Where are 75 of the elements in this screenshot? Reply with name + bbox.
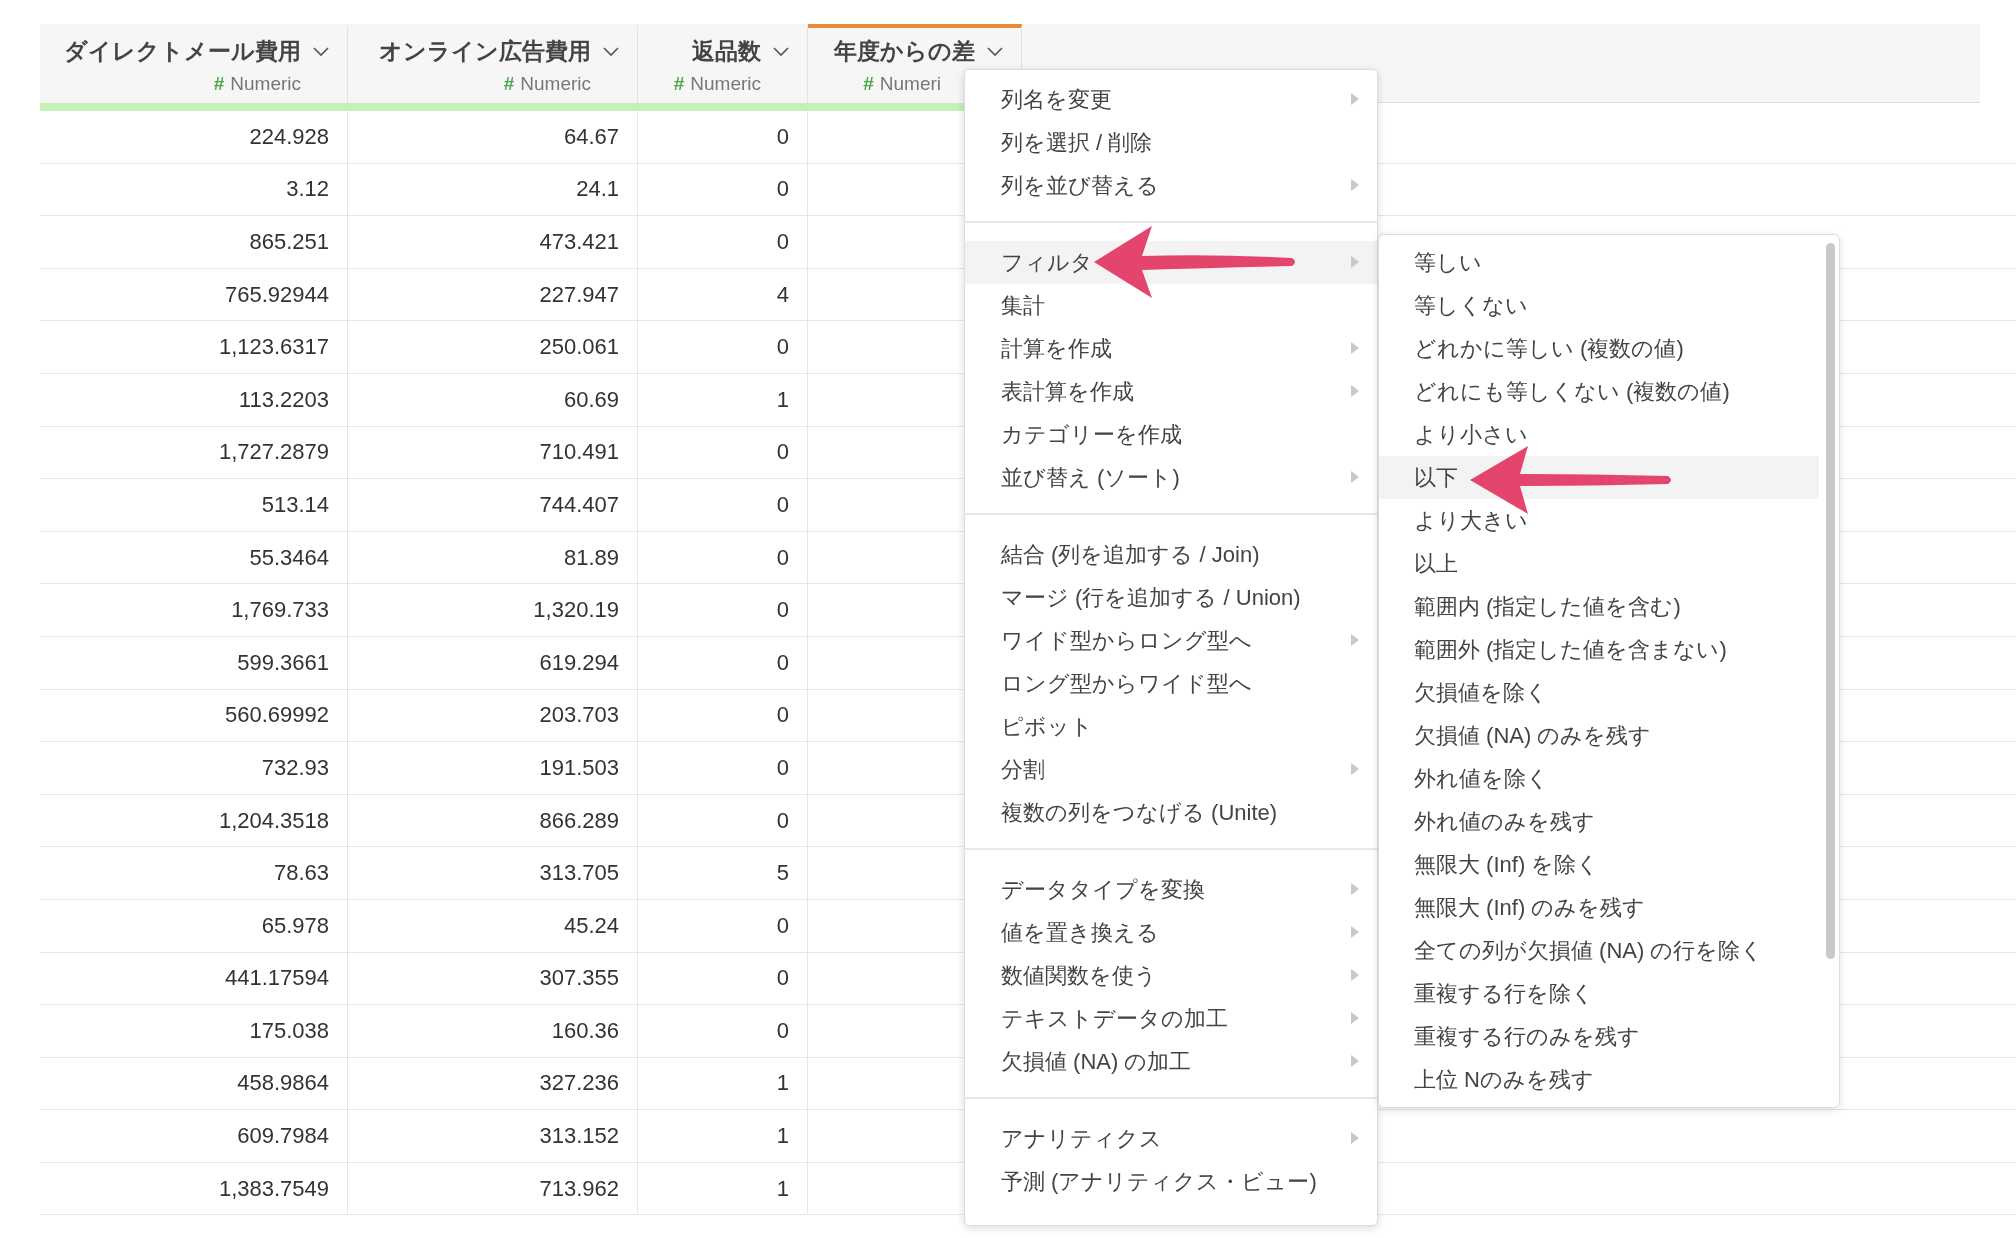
column-type: Numeric <box>690 73 761 95</box>
table-cell: 0 <box>776 229 789 255</box>
table-cell: 1 <box>776 386 789 413</box>
numeric-type-symbol: # <box>863 73 874 95</box>
column-type: Numeric <box>230 73 301 95</box>
table-cell: 81.89 <box>563 544 619 571</box>
table-cell: 3.12 <box>286 176 329 203</box>
table-cell: 619.294 <box>539 649 619 676</box>
table-cell: 1 <box>776 1070 789 1097</box>
table-cell: 55.3464 <box>249 544 329 571</box>
table-cell: 744.407 <box>539 491 619 518</box>
table-cell: 175.038 <box>249 1017 329 1044</box>
table-cell: 713.962 <box>539 1175 619 1202</box>
table-cell: 1,320.19 <box>533 597 619 624</box>
table-cell: 441.17594 <box>225 965 329 992</box>
column-name: オンライン広告費用 <box>379 37 591 66</box>
table-cell: 4 <box>776 281 789 308</box>
column-type: Numeri <box>879 73 941 95</box>
table-cell: 0 <box>776 807 789 834</box>
table-cell: 64.67 <box>563 123 619 150</box>
table-cell: 60.69 <box>563 386 619 413</box>
table-cell: 765.92944 <box>225 281 329 308</box>
table-cell: 1,204.3518 <box>218 807 329 834</box>
table-cell: 710.491 <box>539 439 619 466</box>
table-cell: 513.14 <box>261 491 329 518</box>
table-cell: 0 <box>776 544 789 571</box>
table-cell: 0 <box>776 439 789 466</box>
table-cell: 0 <box>776 334 789 361</box>
table-cell: 732.93 <box>261 754 329 781</box>
column-name: ダイレクトメール費用 <box>64 37 301 66</box>
table-cell: 5 <box>776 860 789 887</box>
table-cell: 0 <box>776 702 789 729</box>
table-cell: 1,727.2879 <box>218 439 329 466</box>
table-cell: 866.289 <box>539 807 619 834</box>
table-cell: 113.2203 <box>238 386 329 413</box>
table-cell: 0 <box>776 965 789 992</box>
table-cell: 0 <box>776 912 789 939</box>
table-cell: 865.251 <box>249 229 329 255</box>
table-cell: 560.69992 <box>225 702 329 729</box>
table-cell: 203.703 <box>539 702 619 729</box>
table-cell: 609.7984 <box>237 1123 329 1150</box>
table-cell: 191.503 <box>539 754 619 781</box>
table-cell: 78.63 <box>273 860 329 887</box>
table-cell: 313.152 <box>539 1123 619 1150</box>
table-cell: 0 <box>776 123 789 150</box>
table-cell: 1,383.7549 <box>218 1175 329 1202</box>
table-cell: 1 <box>776 1123 789 1150</box>
table-cell: 473.421 <box>539 229 619 255</box>
table-cell: 307.355 <box>539 965 619 992</box>
table-cell: 65.978 <box>261 912 329 939</box>
numeric-type-symbol: # <box>503 73 515 95</box>
table-cell: 1 <box>776 1175 789 1202</box>
table-cell: 0 <box>776 1017 789 1044</box>
column-name: 返品数 <box>692 37 761 66</box>
table-cell: 45.24 <box>563 912 619 939</box>
table-cell: 0 <box>776 597 789 624</box>
table-cell: 0 <box>776 649 789 676</box>
table-cell: 227.947 <box>539 281 619 308</box>
numeric-type-symbol: # <box>213 73 225 95</box>
table-cell: 24.1 <box>576 176 619 203</box>
table-cell: 0 <box>776 491 789 518</box>
table-cell: 1,123.6317 <box>218 334 329 361</box>
table-cell: 458.9864 <box>237 1070 329 1097</box>
table-cell: 160.36 <box>551 1017 619 1044</box>
table-cell: 0 <box>776 754 789 781</box>
table-cell: 250.061 <box>539 334 619 361</box>
numeric-type-symbol: # <box>673 73 685 95</box>
table-cell: 224.928 <box>249 123 329 150</box>
table-cell: 313.705 <box>539 860 619 887</box>
table-cell: 0 <box>776 176 789 203</box>
table-cell: 1,769.733 <box>231 597 329 624</box>
column-name: 年度からの差 <box>834 37 975 66</box>
column-type: Numeric <box>520 73 591 95</box>
table-cell: 327.236 <box>539 1070 619 1097</box>
table-cell: 599.3661 <box>237 649 329 676</box>
